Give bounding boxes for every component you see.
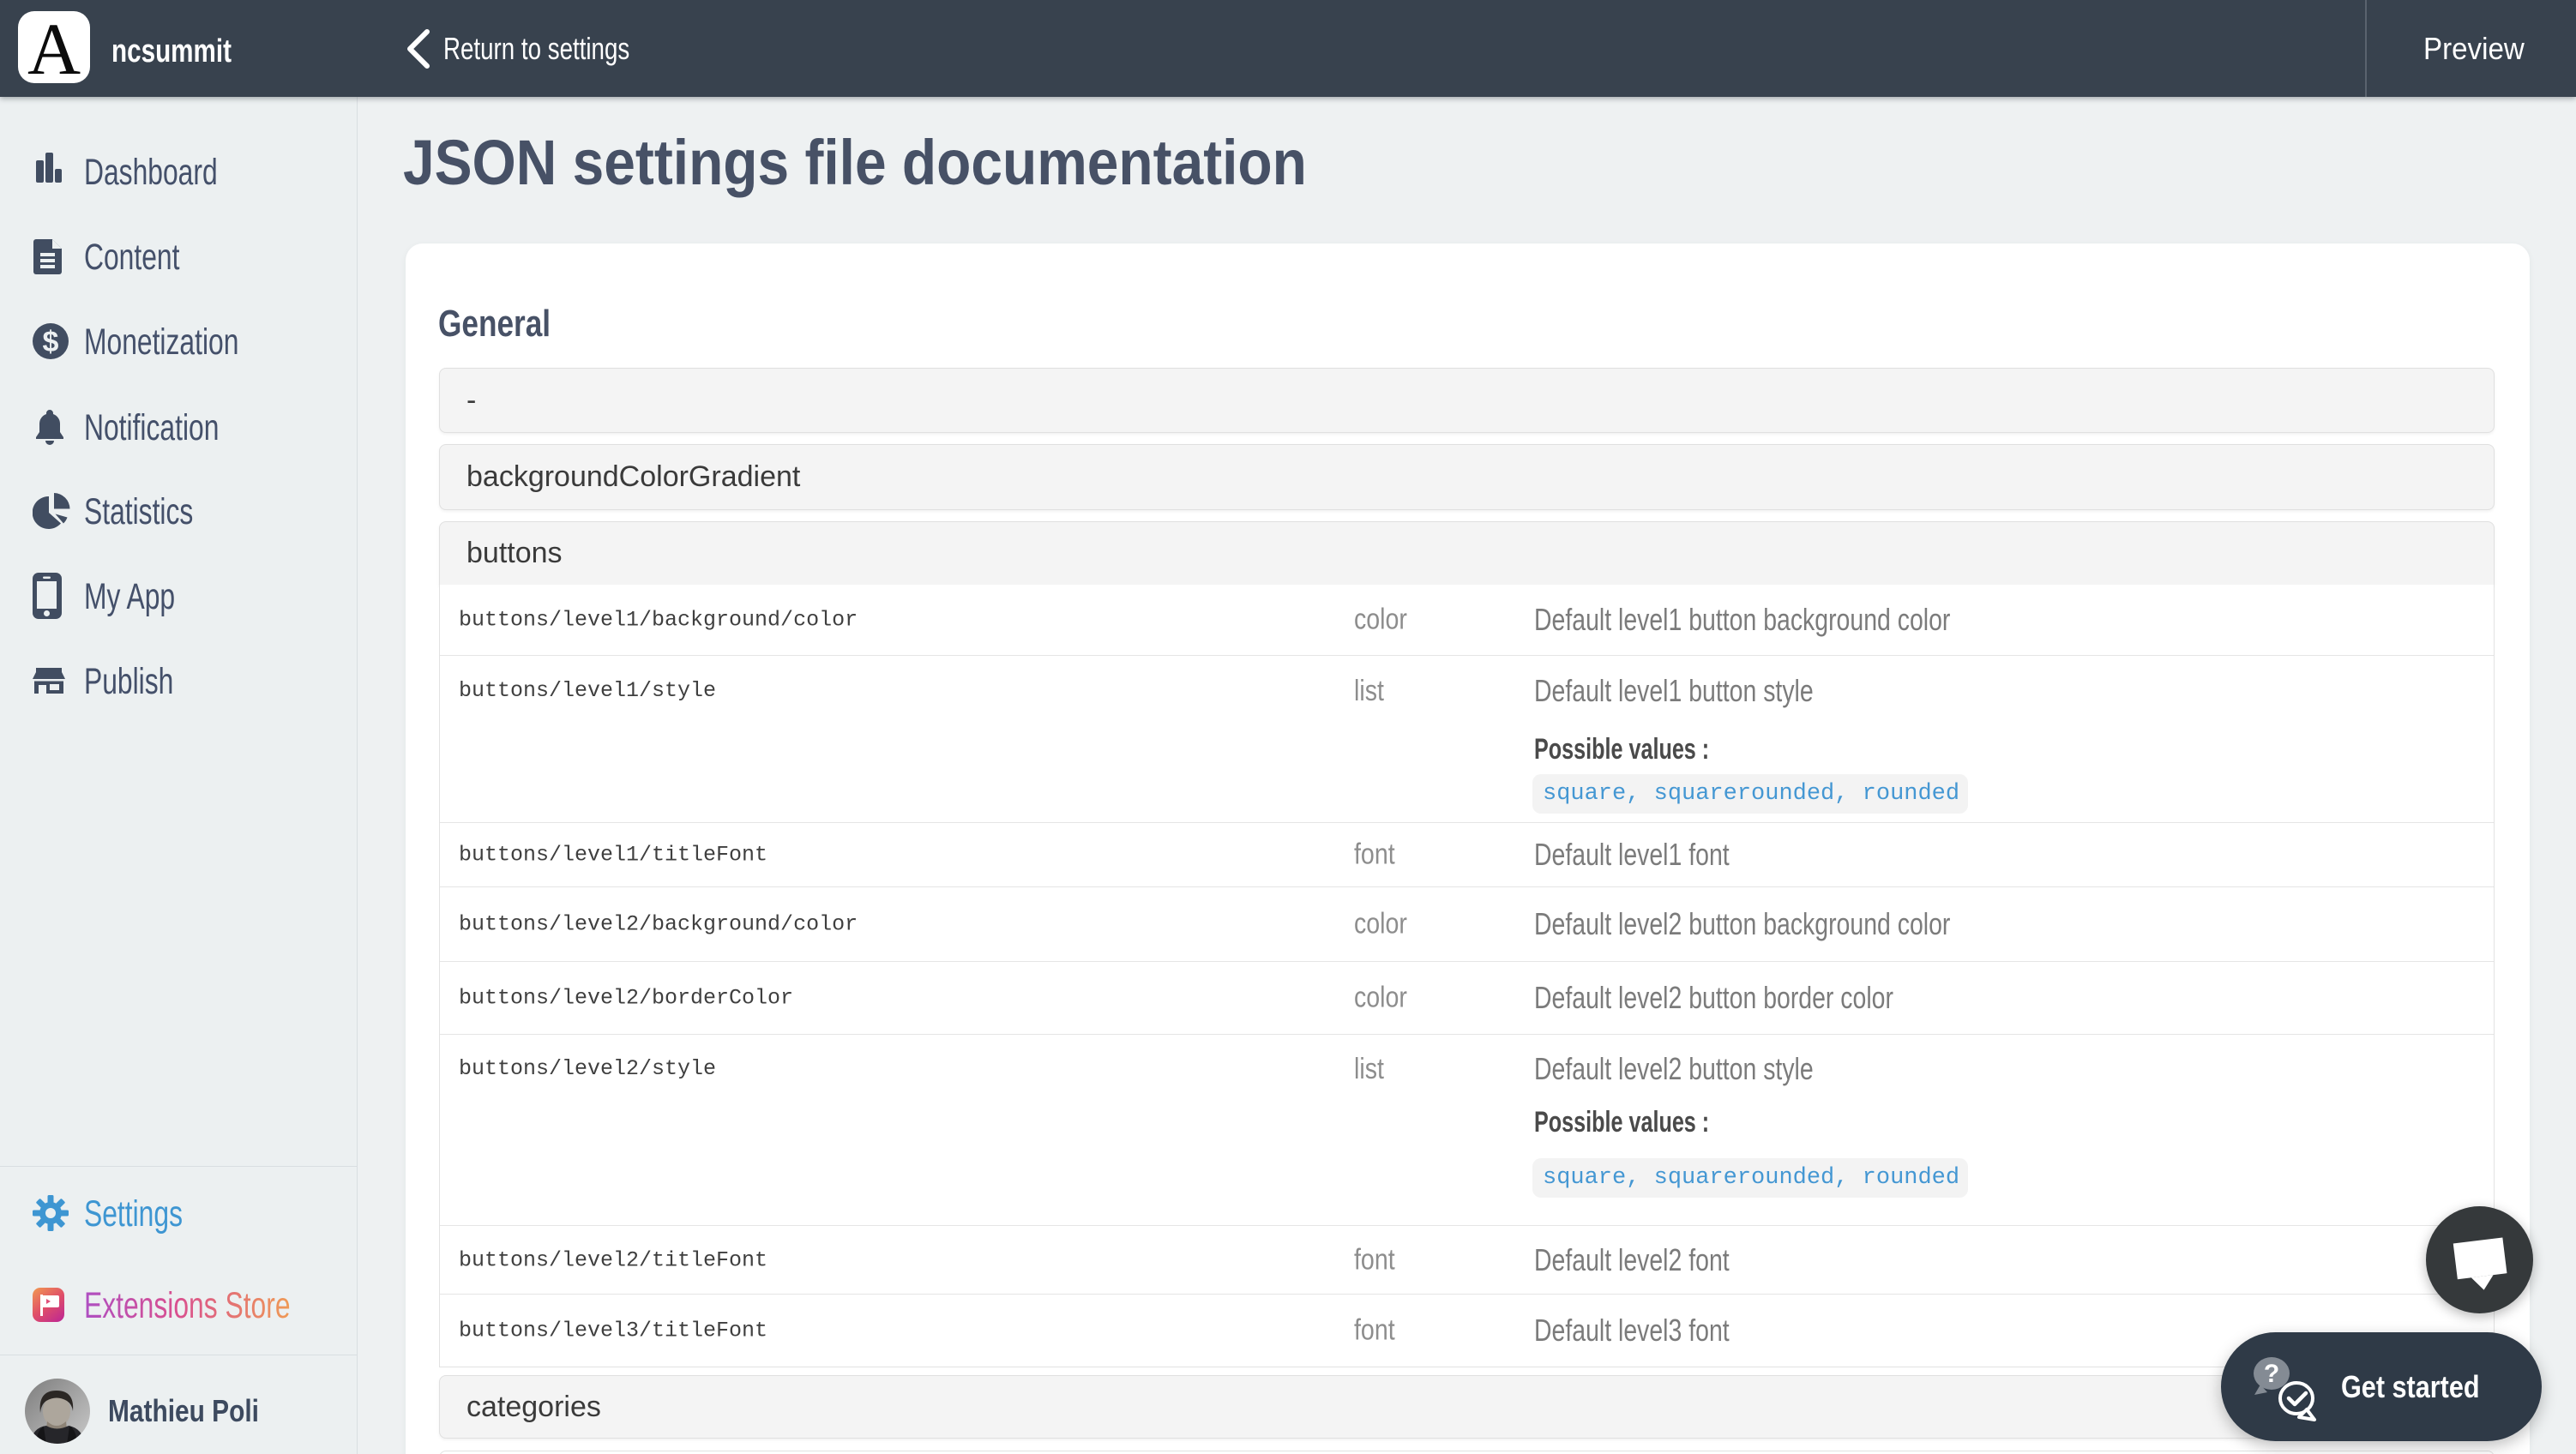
svg-text:$: $ bbox=[43, 326, 59, 358]
svg-text:?: ? bbox=[2264, 1360, 2279, 1388]
